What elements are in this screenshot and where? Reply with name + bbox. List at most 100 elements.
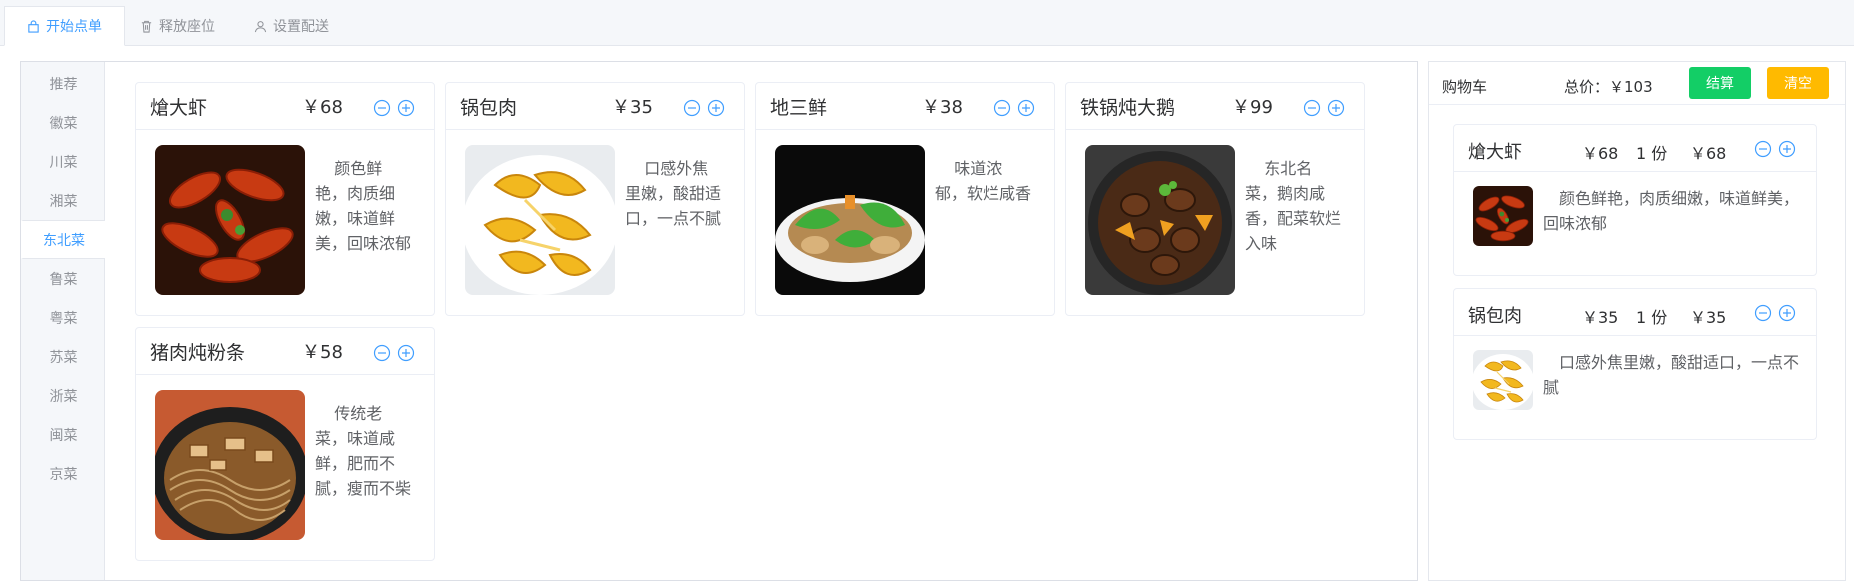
cart-item-image	[1473, 186, 1533, 246]
cart-item-image	[1473, 350, 1533, 410]
dish-name: 熗大虾	[150, 96, 208, 119]
cart-item-subtotal: ￥68	[1690, 144, 1727, 163]
minus-circle-icon[interactable]	[1303, 99, 1321, 117]
dish-card-body: 口感外焦里嫩，酸甜适口，一点不腻	[446, 130, 744, 316]
dish-card: 熗大虾 ￥68 颜色鲜艳，肉质细嫩，味道鲜美，回味浓郁	[135, 82, 435, 316]
dish-card-header: 猪肉炖粉条 ￥58	[136, 328, 434, 375]
category-item[interactable]: 粤菜	[21, 298, 104, 337]
dish-image	[155, 145, 305, 295]
quantity-controls	[993, 99, 1035, 117]
dish-name: 猪肉炖粉条	[150, 341, 246, 364]
category-item[interactable]: 湘菜	[21, 181, 104, 220]
tab-delivery-settings[interactable]: 设置配送	[232, 6, 351, 46]
plus-circle-icon[interactable]	[1778, 140, 1796, 158]
dish-name: 地三鲜	[770, 96, 828, 119]
category-item[interactable]: 川菜	[21, 142, 104, 181]
minus-circle-icon[interactable]	[373, 99, 391, 117]
dish-image	[465, 145, 615, 295]
dish-card: 铁锅炖大鹅 ￥99 东北名菜，鹅肉咸香，配菜软烂入味	[1065, 82, 1365, 316]
dish-card-body: 传统老菜，味道咸鲜，肥而不腻，瘦而不柴	[136, 375, 434, 561]
tab-label: 开始点单	[46, 19, 102, 35]
dish-description: 口感外焦里嫩，酸甜适口，一点不腻	[625, 159, 722, 228]
quantity-controls	[373, 99, 415, 117]
dish-card-body: 东北名菜，鹅肉咸香，配菜软烂入味	[1066, 130, 1364, 316]
dish-card-header: 铁锅炖大鹅 ￥99	[1066, 83, 1364, 130]
plus-circle-icon[interactable]	[1017, 99, 1035, 117]
category-item[interactable]: 闽菜	[21, 415, 104, 454]
cart-item: 锅包肉 ￥35 1 份 ￥35 口感外焦里嫩，酸甜适口，一点不腻	[1453, 288, 1817, 440]
cart-item-price: ￥68	[1582, 144, 1619, 163]
minus-circle-icon[interactable]	[683, 99, 701, 117]
category-item[interactable]: 徽菜	[21, 103, 104, 142]
cart-item-header: 熗大虾 ￥68 1 份 ￥68	[1454, 125, 1816, 172]
dish-image	[775, 145, 925, 295]
minus-circle-icon[interactable]	[993, 99, 1011, 117]
dish-price: ￥99	[1232, 97, 1273, 118]
dish-card-body: 味道浓郁，软烂咸香	[756, 130, 1054, 316]
plus-circle-icon[interactable]	[397, 344, 415, 362]
tab-start-order[interactable]: 开始点单	[4, 6, 125, 46]
trash-icon	[141, 20, 152, 33]
minus-circle-icon[interactable]	[1754, 140, 1772, 158]
tab-label: 释放座位	[159, 19, 215, 35]
dish-card-header: 地三鲜 ￥38	[756, 83, 1054, 130]
user-icon	[254, 20, 267, 32]
minus-circle-icon[interactable]	[373, 344, 391, 362]
minus-circle-icon[interactable]	[1754, 304, 1772, 322]
dish-name: 铁锅炖大鹅	[1080, 96, 1176, 119]
dish-description: 味道浓郁，软烂咸香	[935, 159, 1032, 203]
cart-total: 总价：￥103	[1564, 78, 1653, 96]
cart-item-name: 锅包肉	[1468, 306, 1522, 327]
dish-description: 传统老菜，味道咸鲜，肥而不腻，瘦而不柴	[315, 404, 412, 498]
category-item[interactable]: 推荐	[21, 64, 104, 103]
dish-card: 地三鲜 ￥38 味道浓郁，软烂咸香	[755, 82, 1055, 316]
dish-image	[1085, 145, 1235, 295]
quantity-controls	[1303, 99, 1345, 117]
dish-card: 猪肉炖粉条 ￥58 传统老菜，味道咸鲜，肥而不腻，瘦而不柴	[135, 327, 435, 561]
cart-item-subtotal: ￥35	[1690, 308, 1727, 327]
dish-name: 锅包肉	[460, 96, 518, 119]
dish-card-header: 锅包肉 ￥35	[446, 83, 744, 130]
dish-card-header: 熗大虾 ￥68	[136, 83, 434, 130]
plus-circle-icon[interactable]	[1327, 99, 1345, 117]
cart-item-description: 口感外焦里嫩，酸甜适口，一点不腻	[1543, 353, 1800, 397]
quantity-controls	[1754, 304, 1796, 322]
category-item-active[interactable]: 东北菜	[21, 220, 105, 259]
top-tab-bar: 开始点单 释放座位 设置配送	[0, 0, 1854, 46]
dish-price: ￥35	[612, 97, 653, 118]
plus-circle-icon[interactable]	[397, 99, 415, 117]
cart-item-name: 熗大虾	[1468, 142, 1522, 163]
cart-item-description: 颜色鲜艳，肉质细嫩，味道鲜美，回味浓郁	[1543, 189, 1800, 233]
dish-description: 颜色鲜艳，肉质细嫩，味道鲜美，回味浓郁	[315, 159, 412, 253]
category-item[interactable]: 鲁菜	[21, 259, 104, 298]
category-item[interactable]: 京菜	[21, 454, 104, 493]
category-item[interactable]: 浙菜	[21, 376, 104, 415]
quantity-controls	[683, 99, 725, 117]
tab-label: 设置配送	[273, 19, 329, 35]
cart-item-price: ￥35	[1582, 308, 1619, 327]
checkout-button[interactable]: 结算	[1689, 67, 1751, 99]
tab-release-seat[interactable]: 释放座位	[118, 6, 237, 46]
quantity-controls	[1754, 140, 1796, 158]
category-sidebar: 推荐 徽菜 川菜 湘菜 东北菜 鲁菜 粤菜 苏菜 浙菜 闽菜 京菜	[21, 62, 105, 580]
dish-description: 东北名菜，鹅肉咸香，配菜软烂入味	[1245, 159, 1342, 253]
dish-price: ￥38	[922, 97, 963, 118]
category-item[interactable]: 苏菜	[21, 337, 104, 376]
plus-circle-icon[interactable]	[707, 99, 725, 117]
cart-title: 购物车	[1442, 78, 1488, 96]
dish-price: ￥58	[302, 342, 343, 363]
cart-header: 购物车 总价：￥103 结算 清空	[1429, 62, 1845, 105]
cart-item-quantity: 1 份	[1636, 308, 1668, 327]
bag-icon	[28, 19, 39, 33]
cart-item-header: 锅包肉 ￥35 1 份 ￥35	[1454, 289, 1816, 336]
cart-item-quantity: 1 份	[1636, 144, 1668, 163]
dish-card-body: 颜色鲜艳，肉质细嫩，味道鲜美，回味浓郁	[136, 130, 434, 316]
dish-price: ￥68	[302, 97, 343, 118]
quantity-controls	[373, 344, 415, 362]
clear-cart-button[interactable]: 清空	[1767, 67, 1829, 99]
shopping-cart: 购物车 总价：￥103 结算 清空 熗大虾 ￥68 1 份 ￥68 颜色鲜艳，肉质细嫩，…	[1428, 61, 1846, 581]
plus-circle-icon[interactable]	[1778, 304, 1796, 322]
cart-item: 熗大虾 ￥68 1 份 ￥68 颜色鲜艳，肉质细嫩，味道鲜美，回味浓郁	[1453, 124, 1817, 276]
dish-card: 锅包肉 ￥35 口感外焦里嫩，酸甜适口，一点不腻	[445, 82, 745, 316]
dish-image	[155, 390, 305, 540]
